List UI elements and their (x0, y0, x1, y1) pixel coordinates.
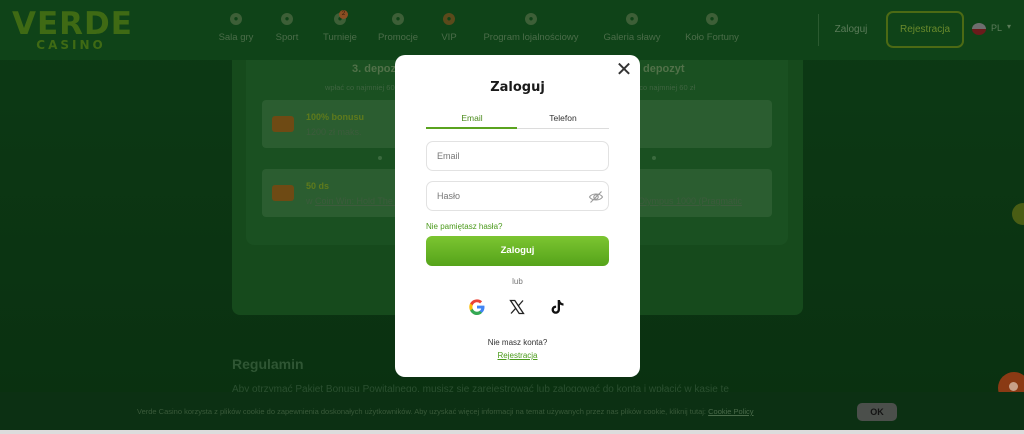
chest-icon (272, 116, 294, 132)
plus-separator (652, 156, 656, 160)
column-subtitle: wpłać co najmniej 60 zł (325, 83, 403, 92)
terms-heading: Regulamin (232, 356, 304, 372)
nav-item-turnieje[interactable]: ● 2 Turnieje (318, 10, 362, 47)
eye-slash-icon[interactable] (588, 189, 604, 205)
gift-icon: ● (392, 13, 404, 25)
card-title: 100% bonusu (306, 112, 365, 122)
slot-icon: ● (230, 13, 242, 25)
cookie-banner: Verde Casino korzysta z plików cookie do… (0, 392, 1024, 430)
card-text: Olympus 1000 (Pragmatic (638, 196, 742, 206)
login-modal: ✕ Zaloguj Email Telefon Nie pamiętasz ha… (395, 55, 640, 377)
email-input[interactable] (427, 142, 608, 170)
free-spins-card-right: Olympus 1000 (Pragmatic (634, 169, 772, 217)
active-tab-indicator (426, 127, 517, 129)
trophy-icon: ● 2 (334, 10, 348, 25)
modal-title: Zaloguj (490, 80, 545, 95)
nav-item-sport[interactable]: ● Sport (270, 13, 304, 47)
cookie-message: Verde Casino korzysta z plików cookie do… (137, 407, 707, 416)
free-spins-card: 50 ds w Coin Win: Hold The Spin (262, 169, 413, 217)
chest-icon (272, 185, 294, 201)
tiktok-icon[interactable] (549, 298, 567, 316)
nav-item-program-lojalnosciowy[interactable]: ● Program lojalnościowy (476, 13, 586, 47)
nav-item-galeria-slawy[interactable]: ● Galeria sławy (600, 13, 664, 47)
bonus-card: 100% bonusu 1200 zł maks. (262, 100, 402, 148)
nav-label: Galeria sławy (603, 32, 661, 43)
register-link[interactable]: Rejestracja (395, 351, 640, 360)
plus-separator (378, 156, 382, 160)
forgot-password-link[interactable]: Nie pamiętasz hasła? (426, 222, 502, 231)
ball-icon: ● (281, 13, 293, 25)
nav-label: Turnieje (323, 32, 357, 43)
password-field (426, 181, 609, 211)
password-input[interactable] (427, 182, 608, 210)
verde-casino-logo[interactable]: VERDE CASINO (12, 6, 133, 52)
nav-label: VIP (441, 32, 457, 43)
language-selector[interactable]: PL ▾ (972, 22, 1018, 36)
header-login-button[interactable]: Zaloguj (826, 14, 876, 46)
nav-label: Promocje (377, 32, 419, 43)
nav-item-promocje[interactable]: ● Promocje (374, 13, 422, 47)
nav-label: Sala gry (218, 32, 254, 43)
card-text-prefix: w (306, 196, 315, 206)
card-title: 50 ds (306, 181, 330, 191)
column-title-deposit: depozyt (643, 63, 685, 75)
header-register-button[interactable]: Rejestracja (886, 11, 964, 48)
nav-label: Sport (275, 32, 299, 43)
x-icon[interactable] (508, 298, 526, 316)
bottom-strip (0, 430, 1024, 434)
crown-star-icon: ● (525, 13, 537, 25)
logo-sub-text: CASINO (36, 38, 106, 52)
no-account-text: Nie masz konta? (487, 338, 548, 347)
crown-icon: ● (443, 13, 455, 25)
nav-label: Program lojalnościowy (483, 32, 579, 43)
nav-item-kolo-fortuny[interactable]: ● Koło Fortuny (680, 13, 744, 47)
side-widget-button[interactable] (1012, 203, 1024, 225)
flame-icon: ● (626, 13, 638, 25)
bonus-card-right (634, 100, 772, 148)
notification-badge: 2 (339, 10, 348, 19)
cookie-ok-button[interactable]: OK (857, 403, 897, 421)
or-separator: lub (512, 277, 523, 286)
top-header: VERDE CASINO ● Sala gry ● Sport ● 2 Turn… (0, 0, 1024, 60)
nav-label: Koło Fortuny (685, 32, 739, 43)
nav-item-vip[interactable]: ● VIP (437, 13, 461, 47)
cookie-text: Verde Casino korzysta z plików cookie do… (137, 407, 754, 416)
wheel-icon: ● (706, 13, 718, 25)
tab-telefon[interactable]: Telefon (517, 113, 609, 123)
login-submit-button[interactable]: Zaloguj (426, 236, 609, 266)
chevron-down-icon: ▾ (1007, 22, 1012, 31)
card-text: 1200 zł maks. (306, 127, 362, 137)
poland-flag-icon (972, 23, 986, 35)
chat-icon (1009, 382, 1018, 391)
google-icon[interactable] (468, 298, 486, 316)
language-code: PL (991, 23, 1003, 33)
nav-item-sala-gry[interactable]: ● Sala gry (216, 13, 256, 47)
game-link[interactable]: Olympus 1000 (Pragmatic (638, 196, 742, 206)
close-icon[interactable]: ✕ (614, 60, 634, 81)
email-field (426, 141, 609, 171)
header-divider (818, 14, 819, 46)
tab-email[interactable]: Email (426, 113, 518, 123)
cookie-policy-link[interactable]: Cookie Policy (708, 407, 753, 416)
logo-main-text: VERDE (12, 6, 133, 42)
